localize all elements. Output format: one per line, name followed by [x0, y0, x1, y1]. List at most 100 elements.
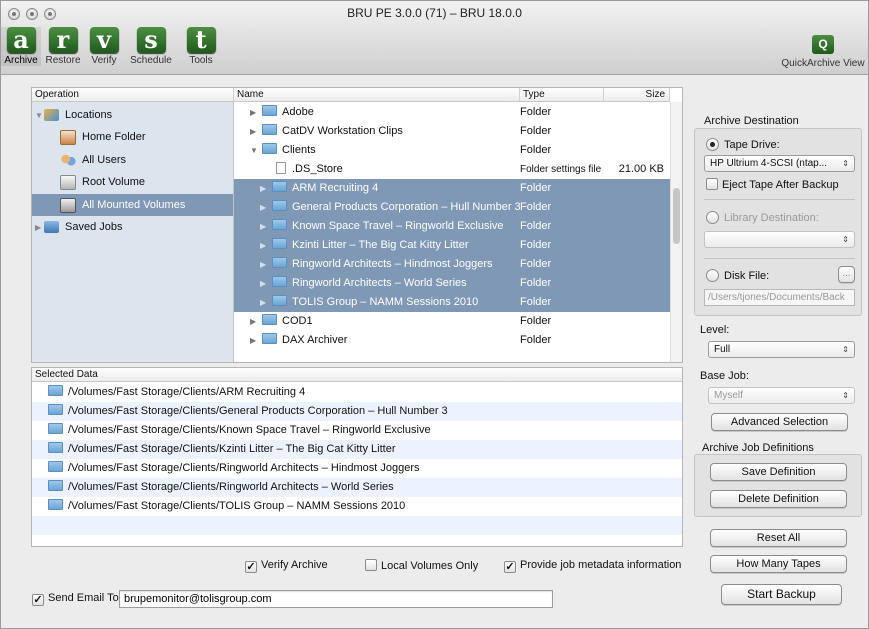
disclosure-closed-icon[interactable]: ▶	[260, 217, 266, 236]
advanced-selection-button[interactable]: Advanced Selection	[711, 413, 848, 431]
file-row-selected[interactable]: ▶ ARM Recruiting 4 Folder	[234, 179, 670, 198]
disclosure-closed-icon[interactable]: ▶	[250, 312, 256, 331]
folder-icon	[272, 181, 287, 192]
disclosure-open-icon[interactable]: ▼	[35, 105, 44, 127]
start-backup-button[interactable]: Start Backup	[721, 584, 842, 605]
sidebar-item-locations[interactable]: ▼ Locations	[32, 104, 233, 126]
browse-button[interactable]: ...	[838, 266, 855, 283]
verify-archive-checkbox[interactable]: ✓ Verify Archive	[245, 559, 328, 573]
folder-icon	[272, 276, 287, 287]
selected-path: /Volumes/Fast Storage/Clients/Kzinti Lit…	[68, 443, 396, 455]
disclosure-closed-icon[interactable]: ▶	[260, 198, 266, 217]
file-row[interactable]: ▶ DAX Archiver Folder	[234, 331, 670, 350]
window-title: BRU PE 3.0.0 (71) – BRU 18.0.0	[347, 6, 522, 20]
disclosure-closed-icon[interactable]: ▶	[260, 236, 266, 255]
tape-drive-select[interactable]: HP Ultrium 4-SCSI (ntap... ⇕	[704, 155, 855, 172]
sidebar-item-label: All Users	[82, 154, 127, 166]
file-row[interactable]: ▶ CatDV Workstation Clips Folder	[234, 122, 670, 141]
type-column-header[interactable]: Type	[520, 88, 604, 102]
scrollbar-thumb[interactable]	[673, 188, 680, 244]
local-volumes-only-checkbox[interactable]: Local Volumes Only	[365, 559, 478, 572]
file-row[interactable]: ▶ Adobe Folder	[234, 103, 670, 122]
file-name: DAX Archiver	[282, 334, 348, 346]
disclosure-closed-icon[interactable]: ▶	[260, 255, 266, 274]
how-many-tapes-button[interactable]: How Many Tapes	[710, 555, 847, 573]
file-type: Folder	[520, 201, 552, 213]
sidebar-item-label: Root Volume	[82, 176, 145, 188]
size-column-header[interactable]: Size	[604, 88, 670, 102]
file-row-selected[interactable]: ▶ Ringworld Architects – World Series Fo…	[234, 274, 670, 293]
level-label: Level:	[700, 324, 730, 336]
library-destination-select[interactable]: ⇕	[704, 231, 855, 248]
disclosure-closed-icon[interactable]: ▶	[250, 122, 256, 141]
disclosure-closed-icon[interactable]: ▶	[260, 179, 266, 198]
toolbar-verify-button[interactable]: v Verify	[86, 27, 122, 66]
file-row[interactable]: .DS_Store Folder settings file 21.00 KB	[234, 160, 670, 179]
delete-definition-button[interactable]: Delete Definition	[710, 490, 847, 508]
tape-drive-radio[interactable]: Tape Drive:	[706, 138, 780, 151]
toolbar-schedule-button[interactable]: s Schedule	[123, 27, 179, 66]
document-icon	[276, 162, 286, 174]
selected-data-row[interactable]: /Volumes/Fast Storage/Clients/General Pr…	[32, 402, 682, 421]
file-row-selected[interactable]: ▶ TOLIS Group – NAMM Sessions 2010 Folde…	[234, 293, 670, 312]
library-destination-label: Library Destination:	[724, 212, 819, 224]
file-row-selected[interactable]: ▶ General Products Corporation – Hull Nu…	[234, 198, 670, 217]
selected-data-row[interactable]: /Volumes/Fast Storage/Clients/Ringworld …	[32, 478, 682, 497]
file-row[interactable]: ▼ Clients Folder	[234, 141, 670, 160]
disclosure-closed-icon[interactable]: ▶	[260, 293, 266, 312]
toolbar-restore-button[interactable]: r Restore	[41, 27, 85, 66]
sidebar-item-all-mounted-volumes[interactable]: All Mounted Volumes	[32, 194, 233, 216]
disclosure-closed-icon[interactable]: ▶	[250, 331, 256, 350]
disclosure-closed-icon[interactable]: ▶	[250, 103, 256, 122]
save-definition-button[interactable]: Save Definition	[710, 463, 847, 481]
send-email-label: Send Email To:	[48, 592, 122, 604]
volumes-icon	[60, 197, 76, 213]
file-row[interactable]: ▶ COD1 Folder	[234, 312, 670, 331]
toolbar-verify-label: Verify	[91, 55, 117, 66]
email-field[interactable]	[119, 590, 553, 608]
library-destination-radio[interactable]: Library Destination:	[706, 211, 819, 224]
radio-empty-icon	[706, 211, 719, 224]
sidebar-item-all-users[interactable]: All Users	[32, 149, 233, 171]
base-job-select[interactable]: Myself ⇕	[708, 387, 855, 404]
disclosure-closed-icon[interactable]: ▶	[260, 274, 266, 293]
toolbar: BRU PE 3.0.0 (71) – BRU 18.0.0 a Archive…	[1, 1, 868, 75]
file-name: COD1	[282, 315, 313, 327]
file-type: Folder	[520, 106, 552, 118]
disk-file-path-field[interactable]: /Users/tjones/Documents/Back	[704, 289, 855, 306]
toolbar-archive-button[interactable]: a Archive	[1, 27, 41, 66]
file-list-scrollbar[interactable]	[670, 102, 682, 362]
eject-tape-checkbox[interactable]: Eject Tape After Backup	[706, 178, 839, 191]
disclosure-open-icon[interactable]: ▼	[250, 141, 258, 160]
file-name: ARM Recruiting 4	[292, 182, 379, 194]
sidebar-item-saved-jobs[interactable]: ▶ Saved Jobs	[32, 216, 233, 238]
selected-data-row[interactable]: /Volumes/Fast Storage/Clients/Ringworld …	[32, 459, 682, 478]
toolbar-tools-button[interactable]: t Tools	[179, 27, 223, 66]
send-email-checkbox[interactable]: ✓ Send Email To:	[32, 592, 122, 606]
folder-icon	[272, 219, 287, 230]
selected-data-row[interactable]: /Volumes/Fast Storage/Clients/ARM Recrui…	[32, 383, 682, 402]
locations-icon	[44, 109, 59, 122]
app-window: BRU PE 3.0.0 (71) – BRU 18.0.0 a Archive…	[0, 0, 869, 629]
sidebar-item-home-folder[interactable]: Home Folder	[32, 126, 233, 148]
disk-file-radio[interactable]: Disk File:	[706, 269, 769, 282]
file-row-selected[interactable]: ▶ Ringworld Architects – Hindmost Jogger…	[234, 255, 670, 274]
level-select[interactable]: Full ⇕	[708, 341, 855, 358]
file-name: Clients	[282, 144, 316, 156]
name-column-header[interactable]: Name	[234, 88, 520, 102]
drive-icon	[60, 174, 76, 190]
sidebar-item-label: Locations	[65, 109, 113, 121]
file-row-selected[interactable]: ▶ Kzinti Litter – The Big Cat Kitty Litt…	[234, 236, 670, 255]
selected-data-row[interactable]: /Volumes/Fast Storage/Clients/Known Spac…	[32, 421, 682, 440]
sidebar-item-root-volume[interactable]: Root Volume	[32, 171, 233, 193]
reset-all-button[interactable]: Reset All	[710, 529, 847, 547]
selected-data-row[interactable]: /Volumes/Fast Storage/Clients/TOLIS Grou…	[32, 497, 682, 516]
file-type: Folder	[520, 277, 552, 289]
provide-metadata-checkbox[interactable]: ✓ Provide job metadata information	[504, 559, 681, 573]
folder-icon	[262, 143, 277, 154]
file-row-selected[interactable]: ▶ Known Space Travel – Ringworld Exclusi…	[234, 217, 670, 236]
selected-data-row[interactable]: /Volumes/Fast Storage/Clients/Kzinti Lit…	[32, 440, 682, 459]
users-icon	[60, 152, 76, 168]
quickarchive-view-button[interactable]: Q QuickArchive View	[780, 35, 866, 69]
disclosure-closed-icon[interactable]: ▶	[35, 217, 44, 239]
